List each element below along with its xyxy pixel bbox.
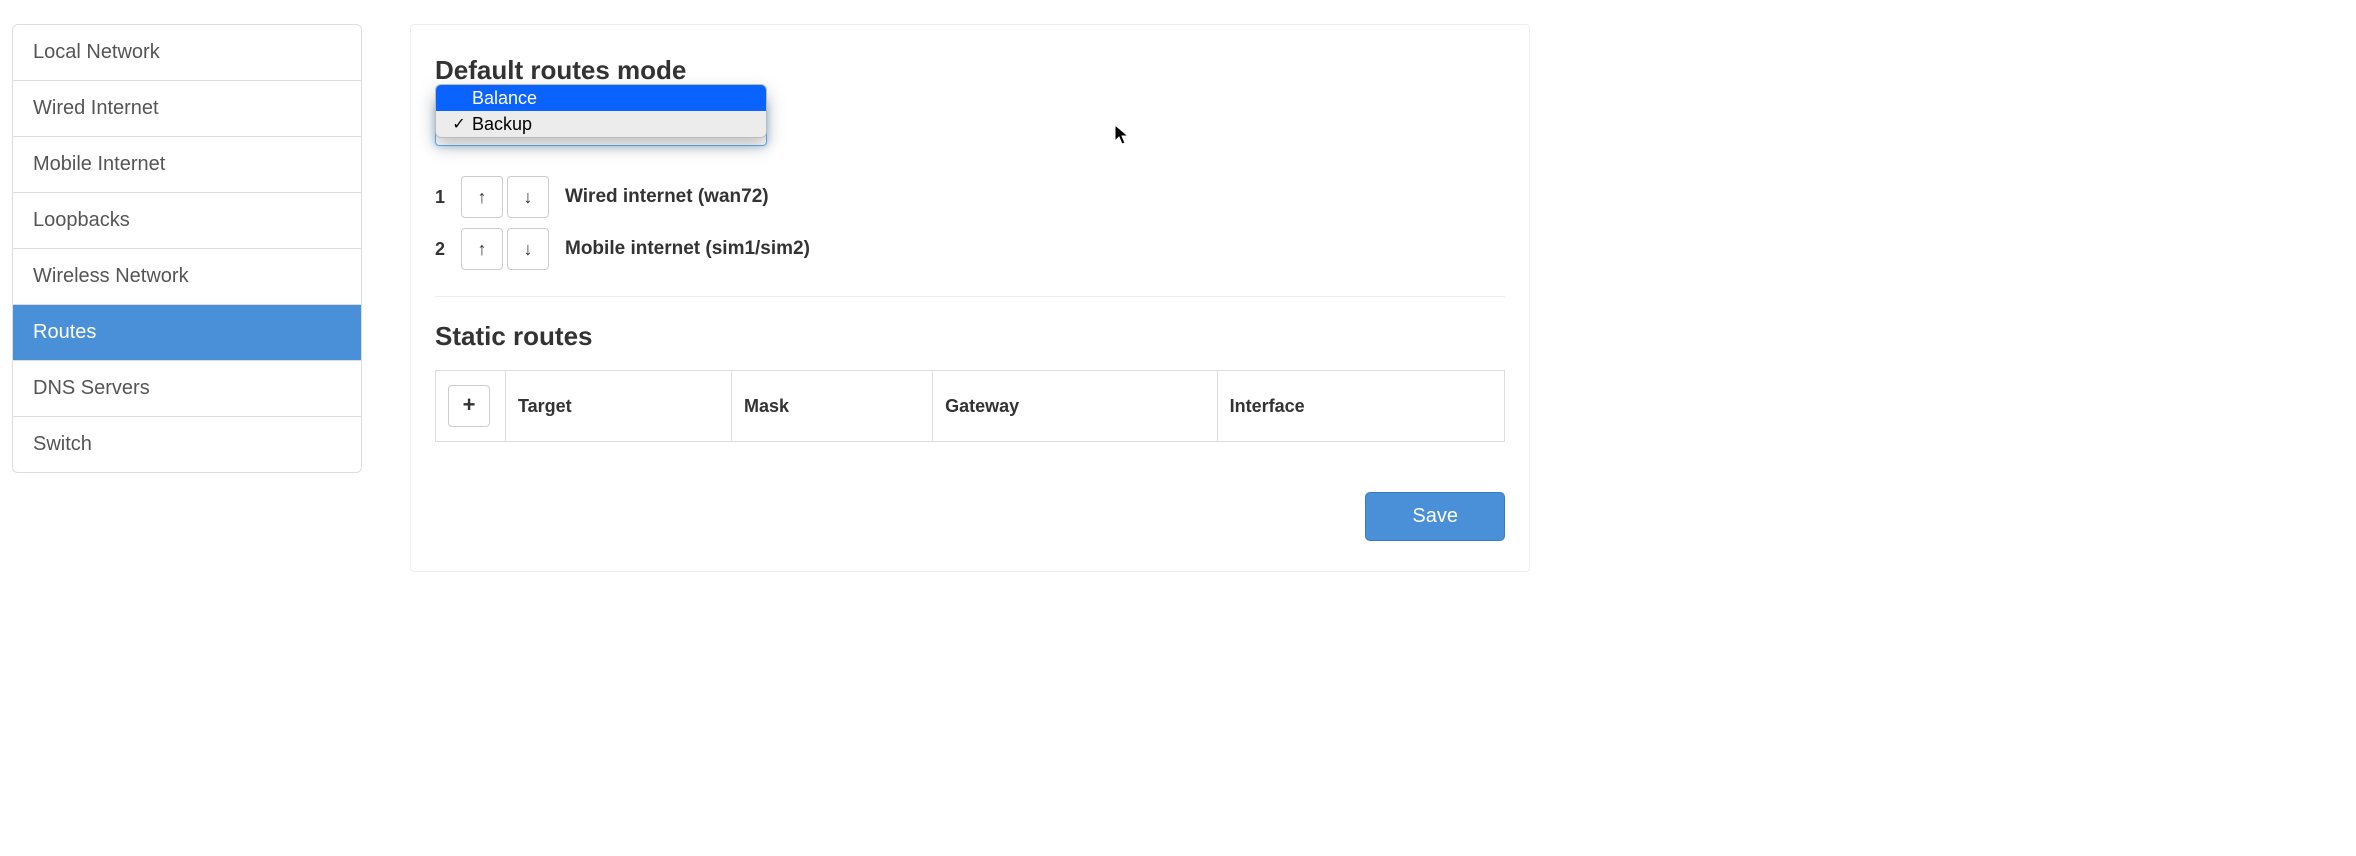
check-icon: ✓	[450, 114, 468, 134]
move-down-button[interactable]: ↓	[507, 176, 549, 218]
move-down-button[interactable]: ↓	[507, 228, 549, 270]
static-routes-table: + Target Mask Gateway Interface	[435, 370, 1505, 442]
save-button[interactable]: Save	[1365, 492, 1505, 541]
sidebar-item-loopbacks[interactable]: Loopbacks	[13, 193, 361, 249]
dropdown-option-backup[interactable]: ✓ Backup	[436, 111, 766, 137]
sidebar-item-label: Wireless Network	[33, 265, 189, 287]
main-panel: Default routes mode Backup ▴ ▾ Balance ✓…	[410, 24, 1530, 572]
sidebar-item-label: DNS Servers	[33, 377, 150, 399]
sidebar-item-label: Switch	[33, 433, 92, 455]
add-column-header: +	[436, 371, 506, 442]
sidebar-item-dns-servers[interactable]: DNS Servers	[13, 361, 361, 417]
sidebar-item-routes[interactable]: Routes	[13, 305, 361, 361]
add-route-button[interactable]: +	[448, 385, 490, 427]
default-routes-mode-title: Default routes mode	[435, 55, 1529, 86]
section-divider	[435, 296, 1505, 297]
default-routes-mode-dropdown: Balance ✓ Backup	[435, 84, 767, 138]
sidebar-item-local-network[interactable]: Local Network	[13, 25, 361, 81]
arrow-up-icon: ↑	[478, 187, 487, 207]
sidebar-item-mobile-internet[interactable]: Mobile Internet	[13, 137, 361, 193]
route-index: 1	[435, 187, 461, 208]
route-row: 2 ↑ ↓ Mobile internet (sim1/sim2)	[435, 228, 1529, 270]
sidebar-item-label: Local Network	[33, 41, 160, 63]
route-label: Wired internet (wan72)	[565, 186, 769, 208]
arrow-up-icon: ↑	[478, 239, 487, 259]
route-label: Mobile internet (sim1/sim2)	[565, 238, 810, 260]
sidebar-item-switch[interactable]: Switch	[13, 417, 361, 472]
route-index: 2	[435, 239, 461, 260]
arrow-down-icon: ↓	[524, 187, 533, 207]
dropdown-option-label: Balance	[472, 88, 537, 109]
sidebar-item-label: Loopbacks	[33, 209, 130, 231]
move-up-button[interactable]: ↑	[461, 176, 503, 218]
arrow-down-icon: ↓	[524, 239, 533, 259]
column-header-gateway: Gateway	[933, 371, 1217, 442]
dropdown-option-balance[interactable]: Balance	[436, 85, 766, 111]
sidebar-item-label: Wired Internet	[33, 97, 159, 119]
column-header-interface: Interface	[1217, 371, 1504, 442]
column-header-mask: Mask	[732, 371, 933, 442]
sidebar-item-label: Mobile Internet	[33, 153, 165, 175]
mouse-cursor-icon	[1115, 125, 1131, 147]
default-routes-list: 1 ↑ ↓ Wired internet (wan72) 2 ↑ ↓ Mobil…	[435, 176, 1529, 270]
sidebar-item-label: Routes	[33, 321, 96, 343]
table-header-row: + Target Mask Gateway Interface	[436, 371, 1505, 442]
route-row: 1 ↑ ↓ Wired internet (wan72)	[435, 176, 1529, 218]
plus-icon: +	[463, 392, 476, 417]
dropdown-option-label: Backup	[472, 114, 532, 135]
column-header-target: Target	[506, 371, 732, 442]
move-up-button[interactable]: ↑	[461, 228, 503, 270]
static-routes-title: Static routes	[435, 321, 1505, 352]
sidebar: Local Network Wired Internet Mobile Inte…	[12, 24, 362, 473]
sidebar-item-wireless-network[interactable]: Wireless Network	[13, 249, 361, 305]
sidebar-item-wired-internet[interactable]: Wired Internet	[13, 81, 361, 137]
